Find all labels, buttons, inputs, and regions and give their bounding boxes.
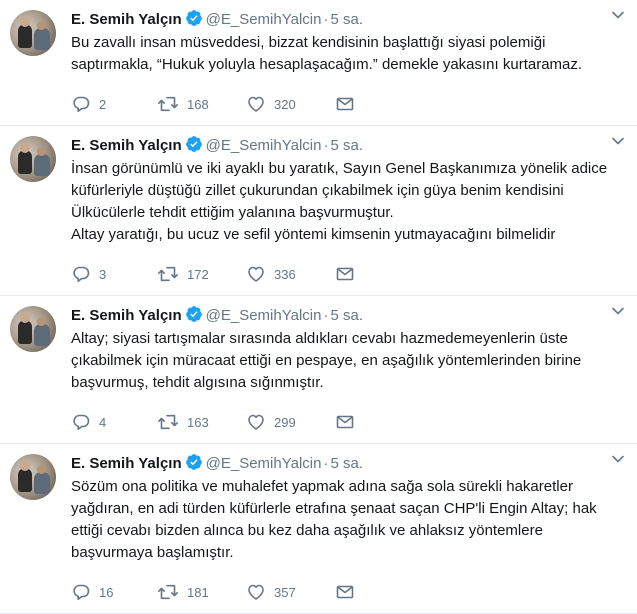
tweet-actions: 2 168 320 [71,89,625,119]
direct-message-button[interactable] [335,264,355,284]
retweet-button[interactable]: 172 [157,264,246,284]
retweet-count: 168 [187,96,209,112]
separator-dot: · [323,307,329,324]
separator-dot: · [323,11,329,28]
verified-badge-icon [185,135,203,160]
retweet-button[interactable]: 181 [157,582,246,602]
direct-message-button[interactable] [335,582,355,602]
avatar[interactable] [10,10,56,56]
tweet-header: E. Semih Yalçın @E_SemihYalcin · 5 sa. [71,135,625,157]
tweet-header: E. Semih Yalçın @E_SemihYalcin · 5 sa. [71,453,625,475]
reply-button[interactable]: 4 [71,412,157,432]
envelope-icon [335,94,355,114]
author-handle[interactable]: @E_SemihYalcin [206,307,322,324]
reply-count: 2 [99,96,107,112]
like-count: 336 [274,266,296,282]
envelope-icon [335,582,355,602]
avatar[interactable] [10,136,56,182]
avatar[interactable] [10,306,56,352]
reply-count: 3 [99,266,107,282]
tweet[interactable]: E. Semih Yalçın @E_SemihYalcin · 5 sa. Bu z… [0,0,637,126]
tweet-header: E. Semih Yalçın @E_SemihYalcin · 5 sa. [71,305,625,327]
retweet-count: 163 [187,414,209,430]
like-button[interactable]: 299 [246,412,335,432]
reply-button[interactable]: 2 [71,94,157,114]
reply-count: 4 [99,414,107,430]
retweet-icon [157,582,179,602]
verified-badge-icon [185,305,203,330]
retweet-button[interactable]: 168 [157,94,246,114]
timestamp[interactable]: 5 sa. [330,307,363,324]
timestamp[interactable]: 5 sa. [330,11,363,28]
tweet-timeline: E. Semih Yalçın @E_SemihYalcin · 5 sa. Bu z… [0,0,637,614]
tweet-actions: 3 172 336 [71,259,625,289]
tweet-text: İnsan görünümlü ve iki ayaklı bu yaratık… [71,160,608,243]
tweet-text: Bu zavallı insan müsveddesi, bizzat kend… [71,34,583,73]
reply-icon [71,94,91,114]
separator-dot: · [323,137,329,154]
timestamp[interactable]: 5 sa. [330,455,363,472]
reply-icon [71,582,91,602]
tweet[interactable]: E. Semih Yalçın @E_SemihYalcin · 5 sa. Sözü… [0,444,637,614]
heart-icon [246,94,266,114]
retweet-icon [157,94,179,114]
timestamp[interactable]: 5 sa. [330,137,363,154]
direct-message-button[interactable] [335,94,355,114]
retweet-icon [157,412,179,432]
separator-dot: · [323,455,329,472]
like-count: 357 [274,584,296,600]
retweet-count: 181 [187,584,209,600]
heart-icon [246,582,266,602]
author-handle[interactable]: @E_SemihYalcin [206,137,322,154]
tweet-actions: 16 181 357 [71,577,625,607]
direct-message-button[interactable] [335,412,355,432]
retweet-count: 172 [187,266,209,282]
reply-button[interactable]: 16 [71,582,157,602]
chevron-down-icon[interactable] [611,134,625,148]
like-button[interactable]: 320 [246,94,335,114]
tweet[interactable]: E. Semih Yalçın @E_SemihYalcin · 5 sa. İnsa… [0,126,637,296]
heart-icon [246,264,266,284]
author-name[interactable]: E. Semih Yalçın [71,455,182,472]
author-name[interactable]: E. Semih Yalçın [71,307,182,324]
author-name[interactable]: E. Semih Yalçın [71,11,182,28]
chevron-down-icon[interactable] [611,452,625,466]
tweet[interactable]: E. Semih Yalçın @E_SemihYalcin · 5 sa. Alta… [0,296,637,444]
reply-icon [71,412,91,432]
like-button[interactable]: 336 [246,264,335,284]
tweet-text: Altay; siyasi tartışmalar sırasında aldı… [71,330,582,391]
heart-icon [246,412,266,432]
tweet-header: E. Semih Yalçın @E_SemihYalcin · 5 sa. [71,9,625,31]
chevron-down-icon[interactable] [611,8,625,22]
verified-badge-icon [185,9,203,34]
author-handle[interactable]: @E_SemihYalcin [206,11,322,28]
like-button[interactable]: 357 [246,582,335,602]
like-count: 299 [274,414,296,430]
envelope-icon [335,264,355,284]
avatar[interactable] [10,454,56,500]
reply-icon [71,264,91,284]
envelope-icon [335,412,355,432]
retweet-icon [157,264,179,284]
tweet-text: Sözüm ona politika ve muhalefet yapmak a… [71,478,597,561]
retweet-button[interactable]: 163 [157,412,246,432]
verified-badge-icon [185,453,203,478]
reply-count: 16 [99,584,114,600]
chevron-down-icon[interactable] [611,304,625,318]
tweet-actions: 4 163 299 [71,407,625,437]
reply-button[interactable]: 3 [71,264,157,284]
like-count: 320 [274,96,296,112]
author-name[interactable]: E. Semih Yalçın [71,137,182,154]
author-handle[interactable]: @E_SemihYalcin [206,455,322,472]
